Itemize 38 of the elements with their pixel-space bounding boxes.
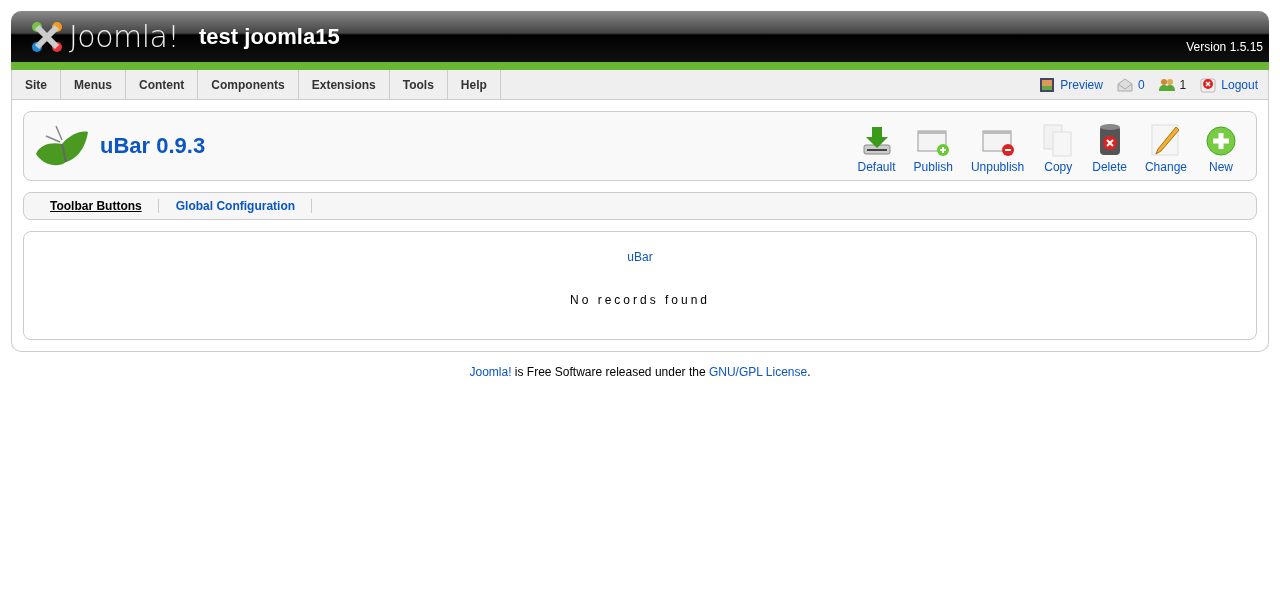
plus-circle-icon	[1205, 125, 1237, 157]
menu-item[interactable]: Menus	[61, 70, 127, 99]
toolbar-button[interactable]: New	[1209, 160, 1233, 174]
pencil-icon	[1149, 123, 1182, 157]
site-name: test joomla15	[199, 23, 340, 50]
version-text: Version 1.5.15	[1186, 40, 1263, 54]
menu-item[interactable]: Tools	[389, 70, 448, 99]
menu-item[interactable]: Components	[198, 70, 299, 99]
list-heading[interactable]: uBar	[627, 250, 653, 264]
window-remove-icon	[980, 127, 1015, 157]
butterfly-icon	[34, 124, 90, 168]
submenu-tab[interactable]: Toolbar Buttons	[40, 199, 159, 213]
menu-item[interactable]: Extensions	[298, 70, 390, 99]
window-add-icon	[916, 127, 951, 157]
toolbar-button[interactable]: Default	[857, 160, 896, 174]
logout-link[interactable]: Logout	[1221, 77, 1258, 92]
submenu-tab[interactable]: Global Configuration	[158, 199, 313, 213]
menu-item[interactable]: Help	[447, 70, 501, 99]
joomla-link[interactable]: Joomla!	[469, 365, 512, 379]
users-count[interactable]: 1	[1179, 77, 1187, 92]
download-icon	[860, 125, 893, 157]
toolbar-button[interactable]: Unpublish	[970, 160, 1025, 174]
empty-message: No records found	[569, 293, 711, 307]
component-title: uBar 0.9.3	[100, 133, 206, 159]
footer-text: Joomla! is Free Software released under the GNU/GPL License.	[469, 365, 811, 379]
logout-icon	[1200, 76, 1217, 93]
toolbar-button[interactable]: Copy	[1044, 160, 1073, 174]
envelope-icon	[1116, 76, 1133, 93]
menu-item[interactable]: Content	[126, 70, 199, 99]
picture-icon	[1039, 76, 1056, 93]
logo-text: Joomla!	[69, 19, 180, 54]
toolbar-button[interactable]: Delete	[1092, 160, 1127, 174]
toolbar-button[interactable]: Publish	[913, 160, 953, 174]
toolbar-button[interactable]: Change	[1144, 160, 1187, 174]
users-icon	[1158, 77, 1175, 92]
menu-item[interactable]: Site	[12, 70, 61, 99]
messages-count[interactable]: 0	[1137, 77, 1145, 92]
preview-link[interactable]: Preview	[1060, 77, 1103, 92]
